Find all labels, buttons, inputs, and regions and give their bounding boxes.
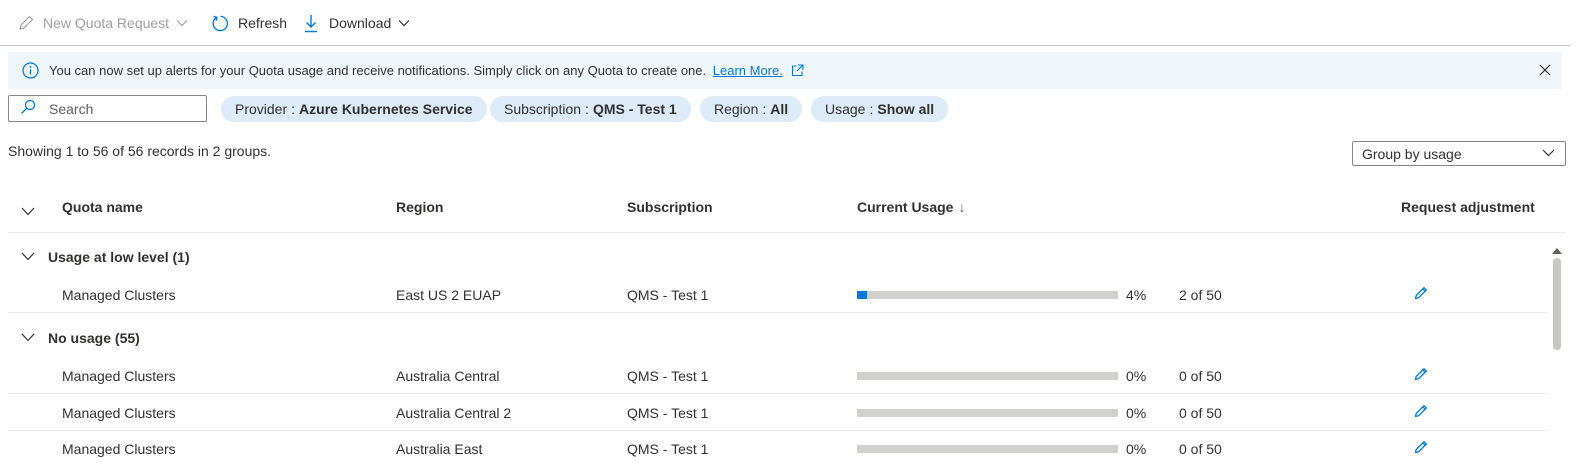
learn-more-link[interactable]: Learn More. bbox=[713, 63, 783, 78]
command-bar: New Quota Request Refresh Download bbox=[0, 0, 1570, 46]
filter-separator: : bbox=[291, 101, 296, 117]
region-cell: Australia East bbox=[396, 441, 483, 457]
chevron-down-icon[interactable] bbox=[21, 252, 35, 261]
quota-name-cell: Managed Clusters bbox=[62, 441, 176, 457]
column-quota-name[interactable]: Quota name bbox=[62, 199, 143, 215]
group-label: Usage at low level (1) bbox=[48, 249, 190, 265]
filter-key: Usage bbox=[825, 101, 866, 117]
filter-value: Azure Kubernetes Service bbox=[299, 101, 473, 117]
filter-separator: : bbox=[762, 101, 767, 117]
search-icon bbox=[9, 99, 36, 118]
subscription-cell: QMS - Test 1 bbox=[627, 368, 709, 384]
download-label: Download bbox=[329, 15, 392, 31]
usage-bar bbox=[857, 409, 1118, 417]
edit-icon[interactable] bbox=[1413, 366, 1429, 385]
filter-key: Provider bbox=[235, 101, 288, 117]
banner-message: You can now set up alerts for your Quota… bbox=[49, 63, 805, 80]
records-summary: Showing 1 to 56 of 56 records in 2 group… bbox=[8, 143, 272, 159]
chevron-down-icon[interactable] bbox=[21, 333, 35, 342]
column-current-usage[interactable]: Current Usage ↓ bbox=[857, 199, 965, 215]
subscription-cell: QMS - Test 1 bbox=[627, 405, 709, 421]
group-header-no-usage[interactable]: No usage (55) bbox=[8, 319, 1548, 357]
refresh-button[interactable]: Refresh bbox=[211, 12, 287, 34]
refresh-icon bbox=[211, 14, 230, 33]
edit-icon[interactable] bbox=[1413, 439, 1429, 458]
group-by-value: Group by usage bbox=[1362, 145, 1462, 162]
region-cell: Australia Central 2 bbox=[396, 405, 512, 421]
new-quota-request-label: New Quota Request bbox=[43, 15, 170, 31]
info-icon bbox=[22, 62, 39, 82]
pencil-icon bbox=[17, 14, 35, 32]
filter-pill-region[interactable]: Region: All bbox=[700, 96, 803, 122]
column-current-usage-label: Current Usage bbox=[857, 199, 954, 215]
table-header: Quota name Region Subscription Current U… bbox=[8, 182, 1566, 233]
usage-bar bbox=[857, 372, 1118, 380]
usage-count: 0 of 50 bbox=[1179, 405, 1222, 421]
vertical-scrollbar[interactable] bbox=[1549, 238, 1565, 465]
search-input[interactable]: Search bbox=[8, 95, 207, 122]
download-icon bbox=[304, 14, 318, 33]
refresh-label: Refresh bbox=[238, 15, 288, 31]
usage-count: 0 of 50 bbox=[1179, 368, 1222, 384]
edit-icon[interactable] bbox=[1413, 285, 1429, 304]
column-subscription[interactable]: Subscription bbox=[627, 199, 713, 215]
edit-icon[interactable] bbox=[1413, 403, 1429, 422]
table-row[interactable]: Managed Clusters Australia East QMS - Te… bbox=[8, 430, 1548, 465]
close-icon[interactable] bbox=[1538, 63, 1552, 80]
filter-separator: : bbox=[585, 101, 589, 117]
group-by-dropdown[interactable]: Group by usage bbox=[1352, 141, 1566, 166]
region-cell: East US 2 EUAP bbox=[396, 287, 502, 303]
filter-separator: : bbox=[869, 101, 874, 117]
new-quota-request-button[interactable]: New Quota Request bbox=[17, 12, 188, 34]
subscription-cell: QMS - Test 1 bbox=[627, 441, 709, 457]
external-link-icon[interactable] bbox=[791, 64, 805, 80]
quota-name-cell: Managed Clusters bbox=[62, 287, 176, 303]
filter-pill-usage[interactable]: Usage: Show all bbox=[811, 96, 949, 122]
group-header-low-usage[interactable]: Usage at low level (1) bbox=[8, 238, 1548, 276]
usage-count: 2 of 50 bbox=[1179, 287, 1222, 303]
filter-pill-subscription[interactable]: Subscription: QMS - Test 1 bbox=[490, 96, 691, 122]
quota-name-cell: Managed Clusters bbox=[62, 368, 176, 384]
usage-percent: 4% bbox=[1126, 287, 1147, 303]
banner-text: You can now set up alerts for your Quota… bbox=[49, 63, 707, 78]
filter-value: QMS - Test 1 bbox=[592, 101, 677, 117]
chevron-down-icon bbox=[398, 19, 410, 27]
table-row[interactable]: Managed Clusters East US 2 EUAP QMS - Te… bbox=[8, 276, 1548, 313]
table-row[interactable]: Managed Clusters Australia Central 2 QMS… bbox=[8, 394, 1548, 431]
usage-percent: 0% bbox=[1126, 441, 1147, 457]
group-label: No usage (55) bbox=[48, 330, 140, 346]
sort-descending-icon: ↓ bbox=[958, 199, 966, 215]
usage-bar bbox=[857, 445, 1118, 453]
region-cell: Australia Central bbox=[396, 368, 500, 384]
column-request-adjustment: Request adjustment bbox=[1401, 199, 1535, 215]
filter-key: Subscription bbox=[504, 101, 582, 117]
chevron-down-icon bbox=[176, 19, 188, 27]
filter-key: Region bbox=[714, 101, 759, 117]
quota-name-cell: Managed Clusters bbox=[62, 405, 176, 421]
filter-pill-provider[interactable]: Provider: Azure Kubernetes Service bbox=[221, 96, 487, 122]
filter-value: Show all bbox=[877, 101, 935, 117]
column-region[interactable]: Region bbox=[396, 199, 443, 215]
download-button[interactable]: Download bbox=[304, 12, 410, 34]
usage-count: 0 of 50 bbox=[1179, 441, 1222, 457]
table-row[interactable]: Managed Clusters Australia Central QMS -… bbox=[8, 357, 1548, 394]
usage-bar-fill bbox=[857, 291, 868, 299]
subscription-cell: QMS - Test 1 bbox=[627, 287, 709, 303]
filter-value: All bbox=[770, 101, 789, 117]
scrollbar-thumb[interactable] bbox=[1553, 258, 1561, 350]
usage-bar bbox=[857, 291, 1118, 299]
scroll-up-icon[interactable] bbox=[1552, 242, 1562, 258]
usage-percent: 0% bbox=[1126, 368, 1147, 384]
collapse-all-icon[interactable] bbox=[21, 203, 35, 219]
search-placeholder: Search bbox=[49, 100, 94, 117]
usage-percent: 0% bbox=[1126, 405, 1147, 421]
info-banner: You can now set up alerts for your Quota… bbox=[8, 52, 1562, 89]
